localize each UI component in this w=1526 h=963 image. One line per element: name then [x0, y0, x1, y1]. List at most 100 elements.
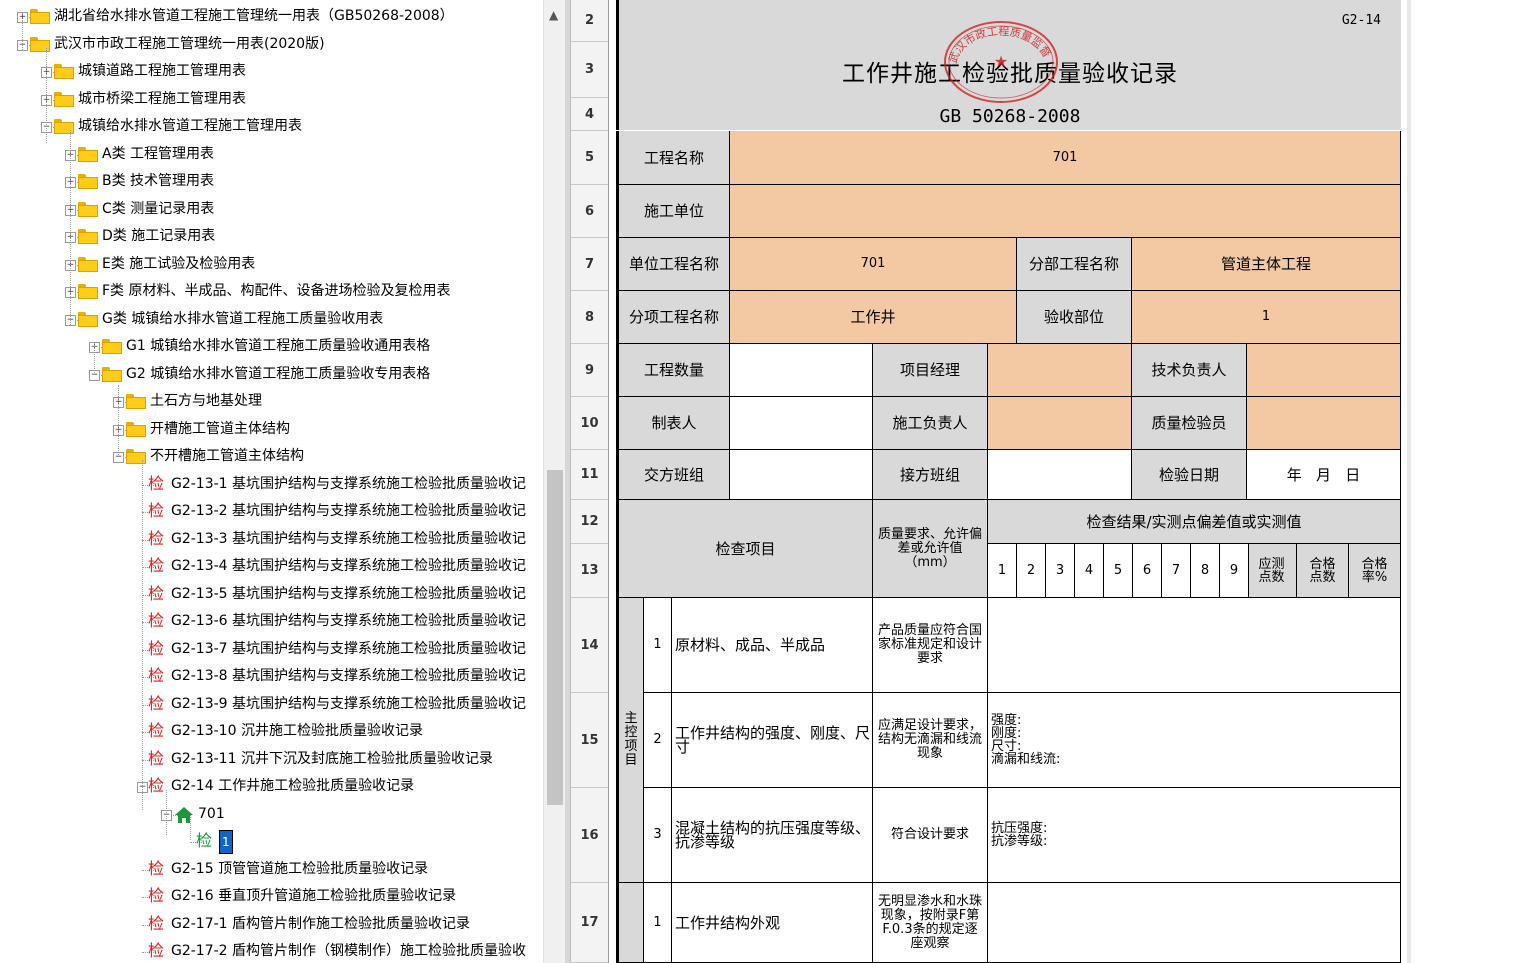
tree-node[interactable]: + 湖北省给水排水管道工程施工管理统一用表（GB50268-2008） — [0, 3, 543, 29]
value-subitem-name[interactable]: 工作井 — [730, 291, 1017, 344]
house-icon — [175, 807, 193, 823]
label-construction-leader: 施工负责人 — [873, 397, 988, 450]
tree-node[interactable]: −701 — [0, 801, 543, 827]
value-division-name[interactable]: 管道主体工程 — [1132, 238, 1401, 291]
tree-node[interactable]: + 城市桥梁工程施工管理用表 — [0, 86, 543, 112]
tree-guide-line — [46, 48, 47, 143]
row-number[interactable]: 9 — [571, 344, 608, 397]
row-number[interactable]: 12 — [571, 500, 608, 544]
row-number[interactable]: 7 — [571, 238, 608, 291]
label-takeover-shift: 接方班组 — [873, 450, 988, 500]
tree-node[interactable]: − G2 城镇给水排水管道工程施工质量验收专用表格 — [0, 361, 543, 387]
item-result[interactable] — [988, 883, 1401, 963]
item-result[interactable]: 强度: 刚度: 尺寸: 滴漏和线流: — [988, 693, 1401, 788]
row-number[interactable]: 16 — [571, 788, 608, 883]
item-number: 1 — [644, 883, 672, 963]
tree-node-label: A类 工程管理用表 — [102, 146, 215, 162]
jian-icon: 检 — [148, 886, 165, 905]
tree-node[interactable]: 检 G2-13-5 基坑围护结构与支撑系统施工检验批质量验收记 — [0, 581, 543, 607]
value-quality-inspector[interactable] — [1247, 397, 1401, 450]
tree-node[interactable]: − 不开槽施工管道主体结构 — [0, 443, 543, 469]
selected-item-highlight[interactable]: 1 — [219, 830, 233, 854]
tree-node[interactable]: 检 G2-13-8 基坑围护结构与支撑系统施工检验批质量验收记 — [0, 663, 543, 689]
tree-node[interactable]: 检1 — [0, 828, 543, 854]
value-project-manager[interactable] — [988, 344, 1132, 397]
tree-node[interactable]: + G1 城镇给水排水管道工程施工质量验收通用表格 — [0, 333, 543, 359]
tree-node-label: G2-17-1 盾构管片制作施工检验批质量验收记录 — [171, 916, 471, 932]
item-number: 1 — [644, 598, 672, 693]
tree-scrollbar[interactable]: ▲ — [543, 0, 566, 963]
tree-node[interactable]: − 武汉市市政工程施工管理统一用表(2020版) — [0, 31, 543, 57]
row-number[interactable]: 3 — [571, 42, 608, 98]
item-result[interactable]: 抗压强度: 抗渗等级: — [988, 788, 1401, 883]
tree-node[interactable]: + E类 施工试验及检验用表 — [0, 251, 543, 277]
tree-node[interactable]: 检 G2-16 垂直顶升管道施工检验批质量验收记录 — [0, 883, 543, 909]
item-name: 原材料、成品、半成品 — [672, 598, 873, 693]
value-construction-unit[interactable] — [730, 185, 1401, 238]
row-number[interactable]: 5 — [571, 131, 608, 185]
tree-node[interactable]: + 城镇道路工程施工管理用表 — [0, 58, 543, 84]
row-number[interactable]: 14 — [571, 598, 608, 693]
row-number[interactable]: 2 — [571, 0, 608, 42]
tree-node[interactable]: + 土石方与地基处理 — [0, 388, 543, 414]
tree-node[interactable]: 检 G2-13-1 基坑围护结构与支撑系统施工检验批质量验收记 — [0, 471, 543, 497]
tree-node[interactable]: 检 G2-13-2 基坑围护结构与支撑系统施工检验批质量验收记 — [0, 498, 543, 524]
label-quantity: 工程数量 — [616, 344, 730, 397]
row-number[interactable]: 10 — [571, 397, 608, 450]
item-result[interactable] — [988, 598, 1401, 693]
tree-node-label: E类 施工试验及检验用表 — [102, 256, 256, 272]
row-number[interactable]: 6 — [571, 185, 608, 238]
scroll-up-icon[interactable]: ▲ — [549, 8, 558, 22]
tree-node[interactable]: − 城镇给水排水管道工程施工管理用表 — [0, 113, 543, 139]
tree-node[interactable]: + F类 原材料、半成品、构配件、设备进场检验及复检用表 — [0, 278, 543, 304]
tree-node[interactable]: 检 G2-13-11 沉井下沉及封底施工检验批质量验收记录 — [0, 746, 543, 772]
row-number[interactable]: 17 — [571, 883, 608, 963]
value-quantity[interactable] — [730, 344, 873, 397]
folder-open-icon — [54, 119, 74, 134]
value-project-name[interactable]: 701 — [730, 131, 1401, 185]
tree-node-label: G2-13-4 基坑围护结构与支撑系统施工检验批质量验收记 — [171, 558, 527, 574]
tree-node[interactable]: + 开槽施工管道主体结构 — [0, 416, 543, 442]
tree-node-label: B类 技术管理用表 — [102, 173, 215, 189]
jian-icon: 检 — [148, 529, 165, 548]
svg-text:★: ★ — [994, 52, 1008, 71]
tree-guide-line — [142, 460, 143, 810]
jian-icon: 检 — [148, 611, 165, 630]
seal-stamp-icon: 武汉市政工程质量监督 ★ — [944, 21, 1058, 103]
value-inspection-date[interactable]: 年 月 日 — [1247, 450, 1401, 500]
tree-node[interactable]: 检 G2-13-10 沉井施工检验批质量验收记录 — [0, 718, 543, 744]
scroll-thumb[interactable] — [547, 470, 563, 805]
tree-node[interactable]: 检 G2-13-6 基坑围护结构与支撑系统施工检验批质量验收记 — [0, 608, 543, 634]
tree-node[interactable]: 检 G2-13-4 基坑围护结构与支撑系统施工检验批质量验收记 — [0, 553, 543, 579]
row-number[interactable]: 8 — [571, 291, 608, 344]
tree-node[interactable]: + D类 施工记录用表 — [0, 223, 543, 249]
row-number[interactable]: 15 — [571, 693, 608, 788]
tree-node[interactable]: + C类 测量记录用表 — [0, 196, 543, 222]
tree-node[interactable]: − G类 城镇给水排水管道工程施工质量验收用表 — [0, 306, 543, 332]
point-number: 2 — [1017, 544, 1046, 598]
row-number[interactable]: 11 — [571, 450, 608, 500]
tree-node[interactable]: 检 G2-17-1 盾构管片制作施工检验批质量验收记录 — [0, 911, 543, 937]
tree-node[interactable]: 检 G2-13-9 基坑围护结构与支撑系统施工检验批质量验收记 — [0, 691, 543, 717]
value-acceptance-part[interactable]: 1 — [1132, 291, 1401, 344]
value-tabulator[interactable] — [730, 397, 873, 450]
tree-node[interactable]: 检 G2-17-2 盾构管片制作（钢模制作）施工检验批质量验收 — [0, 938, 543, 963]
row-number[interactable]: 13 — [571, 544, 608, 598]
item-requirement: 符合设计要求 — [873, 788, 988, 883]
tree-node-label: G2-13-6 基坑围护结构与支撑系统施工检验批质量验收记 — [171, 613, 527, 629]
value-construction-leader[interactable] — [988, 397, 1132, 450]
jian-icon: 检 — [148, 501, 165, 520]
tree-node[interactable]: 检 G2-13-3 基坑围护结构与支撑系统施工检验批质量验收记 — [0, 526, 543, 552]
tree-node[interactable]: 检 G2-13-7 基坑围护结构与支撑系统施工检验批质量验收记 — [0, 636, 543, 662]
tree-guide-line — [70, 130, 71, 325]
value-tech-leader[interactable] — [1247, 344, 1401, 397]
label-handover-shift: 交方班组 — [616, 450, 730, 500]
tree-node[interactable]: + A类 工程管理用表 — [0, 141, 543, 167]
tree-node[interactable]: − 检 G2-14 工作井施工检验批质量验收记录 — [0, 773, 543, 799]
value-handover-shift[interactable] — [730, 450, 873, 500]
tree-node[interactable]: + B类 技术管理用表 — [0, 168, 543, 194]
row-number[interactable]: 4 — [571, 98, 608, 131]
value-takeover-shift[interactable] — [988, 450, 1132, 500]
tree-node[interactable]: 检 G2-15 顶管管道施工检验批质量验收记录 — [0, 856, 543, 882]
value-unit-project-name[interactable]: 701 — [730, 238, 1017, 291]
